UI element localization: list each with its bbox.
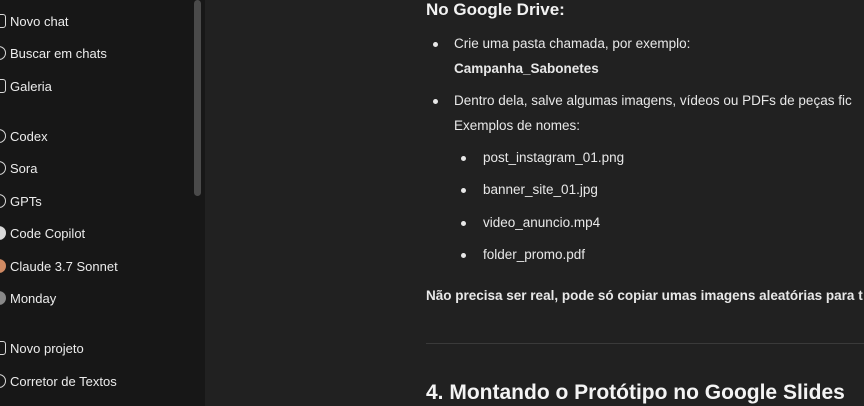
sidebar-item-label: Galeria <box>10 78 52 94</box>
gpts-icon <box>0 194 8 208</box>
sidebar-item-claude[interactable]: Claude 3.7 Sonnet <box>0 253 190 279</box>
sidebar-item-label: Code Copilot <box>10 225 86 241</box>
sidebar-item-label: Buscar em chats <box>10 45 107 61</box>
sidebar-item-label: GPTs <box>10 193 42 209</box>
sidebar-item-code-copilot[interactable]: Code Copilot <box>0 220 190 246</box>
bullet-text: Crie uma pasta chamada, por exemplo: <box>454 36 691 51</box>
new-project-icon <box>0 341 8 355</box>
search-icon <box>0 46 8 60</box>
section-heading: No Google Drive: <box>426 0 565 19</box>
sidebar: Novo chat Buscar em chats Galeria Codex … <box>0 0 205 406</box>
sidebar-item-gpts[interactable]: GPTs <box>0 188 190 214</box>
sidebar-item-codex[interactable]: Codex <box>0 123 190 149</box>
claude-avatar-icon <box>0 259 8 273</box>
project-folder-icon <box>0 374 8 388</box>
bullet-dot <box>461 221 466 226</box>
sidebar-item-galeria[interactable]: Galeria <box>0 73 190 99</box>
codex-icon <box>0 129 8 143</box>
bullet-dot <box>461 188 466 193</box>
sidebar-item-label: Novo projeto <box>10 340 84 356</box>
sidebar-item-sora[interactable]: Sora <box>0 155 190 181</box>
bullet-dot <box>461 253 466 258</box>
sidebar-item-novo-projeto[interactable]: Novo projeto <box>0 335 190 361</box>
sidebar-item-monday[interactable]: Monday <box>0 285 190 311</box>
sidebar-item-buscar[interactable]: Buscar em chats <box>0 40 190 66</box>
file-name: folder_promo.pdf <box>483 247 586 262</box>
note-text: Não precisa ser real, pode só copiar uma… <box>426 288 863 303</box>
folder-name: Campanha_Sabonetes <box>454 61 599 76</box>
chat-message-area: No Google Drive: Crie uma pasta chamada,… <box>205 0 864 406</box>
divider <box>426 343 864 344</box>
file-name: post_instagram_01.png <box>483 150 625 165</box>
sidebar-item-novo-chat[interactable]: Novo chat <box>0 8 190 34</box>
bullet-dot <box>433 99 438 104</box>
bullet-dot <box>461 156 466 161</box>
sidebar-item-label: Corretor de Textos <box>10 373 117 389</box>
bullet-subtext: Exemplos de nomes: <box>454 118 581 133</box>
sidebar-item-label: Claude 3.7 Sonnet <box>10 258 118 274</box>
section-title: 4. Montando o Protótipo no Google Slides <box>426 381 845 404</box>
file-name: video_anuncio.mp4 <box>483 215 601 230</box>
code-copilot-icon <box>0 226 8 240</box>
sidebar-item-label: Novo chat <box>10 13 69 29</box>
sidebar-item-label: Sora <box>10 160 38 176</box>
new-chat-icon <box>0 14 8 28</box>
bullet-dot <box>433 42 438 47</box>
sidebar-item-label: Codex <box>10 128 48 144</box>
gallery-icon <box>0 79 8 93</box>
sidebar-scrollbar[interactable] <box>194 0 201 196</box>
sidebar-item-label: Monday <box>10 290 57 306</box>
file-name: banner_site_01.jpg <box>483 182 598 197</box>
sora-icon <box>0 161 8 175</box>
bullet-text: Dentro dela, salve algumas imagens, víde… <box>454 93 852 108</box>
sidebar-item-corretor[interactable]: Corretor de Textos <box>0 368 190 394</box>
monday-avatar-icon <box>0 291 8 305</box>
